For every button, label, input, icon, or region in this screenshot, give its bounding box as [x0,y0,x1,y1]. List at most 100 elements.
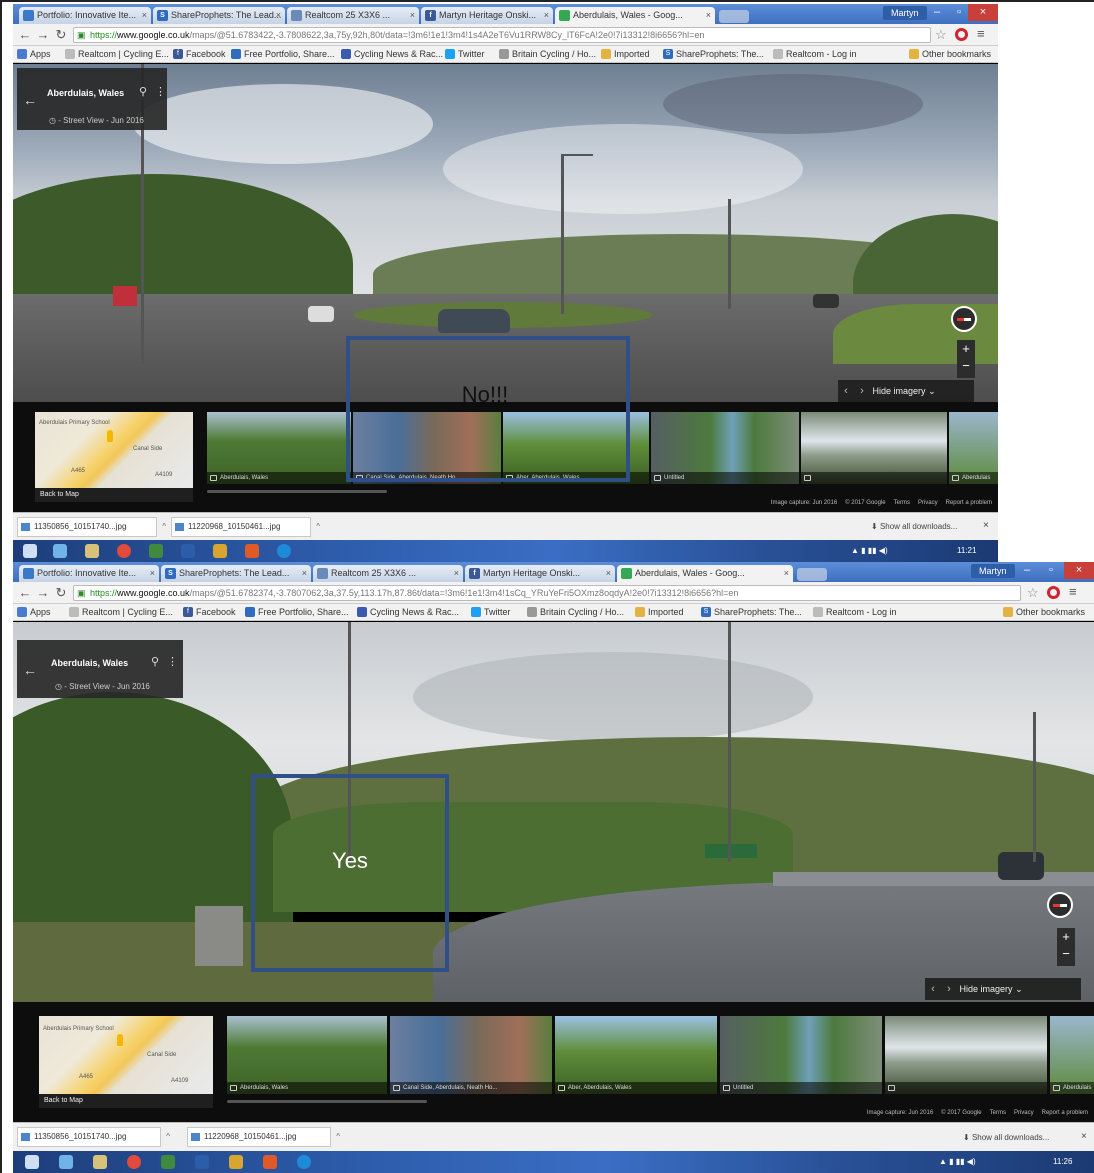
tab-portfolio[interactable]: Portfolio: Innovative Ite... × [19,565,159,582]
pegman-icon[interactable] [117,1034,123,1046]
report-problem-link[interactable]: Report a problem [1042,1110,1088,1116]
imagery-scrollbar[interactable] [227,1100,427,1103]
other-bookmarks[interactable]: Other bookmarks [909,48,991,61]
compass-icon[interactable] [951,306,977,332]
menu-icon[interactable]: ≡ [1069,584,1077,599]
word-icon[interactable] [181,544,195,558]
terms-link[interactable]: Terms [894,500,910,506]
close-tab-icon[interactable]: × [150,565,155,582]
report-problem-link[interactable]: Report a problem [946,500,992,506]
caret-up-icon[interactable]: ^ [162,518,166,536]
clock[interactable]: 11:21 [957,546,976,555]
minimap[interactable]: Aberdulais Primary School A465 Canal Sid… [35,412,193,502]
download-item[interactable]: 11350856_10151740...jpg ^ [17,517,166,537]
reload-icon[interactable]: ↻ [53,27,69,43]
back-to-map-button[interactable]: Back to Map [39,1094,213,1108]
tab-facebook[interactable]: f Martyn Heritage Onski... × [421,7,553,24]
user-profile-button[interactable]: Martyn [883,6,927,20]
more-options-icon[interactable]: ⋮ [167,655,178,668]
imagery-thumbnail[interactable]: Aberdulais, Wales [227,1016,387,1094]
bookmark-apps[interactable]: Apps [17,606,51,619]
compass-icon[interactable] [1047,892,1073,918]
new-tab-button[interactable] [719,10,749,23]
chevron-right-icon[interactable]: › [941,978,957,1000]
start-icon[interactable] [25,1155,39,1169]
close-tab-icon[interactable]: × [142,7,147,24]
address-bar[interactable]: ▣ https://www.google.co.uk/maps/@51.67823… [73,585,1021,601]
forward-icon[interactable]: → [35,585,51,601]
close-tab-icon[interactable]: × [784,565,789,582]
tab-google-maps[interactable]: Aberdulais, Wales - Goog... × [617,565,793,582]
close-tab-icon[interactable]: × [606,565,611,582]
bookmark-twitter[interactable]: Twitter [471,606,511,619]
user-profile-button[interactable]: Martyn [971,564,1015,578]
close-tab-icon[interactable]: × [302,565,307,582]
caret-up-icon[interactable]: ^ [316,518,320,536]
close-tab-icon[interactable]: × [454,565,459,582]
bookmark-free-portfolio[interactable]: Free Portfolio, Share... [231,48,335,61]
bookmark-cycling-news[interactable]: Cycling News & Rac... [341,48,443,61]
tab-facebook[interactable]: f Martyn Heritage Onski... × [465,565,615,582]
excel-icon[interactable] [161,1155,175,1169]
street-view-panorama[interactable]: ← Aberdulais, Wales ⚲ ⋮ ◷ - Street View … [13,622,1094,1002]
reload-icon[interactable]: ↻ [53,585,69,601]
maximize-button[interactable]: ▫ [1039,562,1063,579]
skype-icon[interactable] [277,544,291,558]
bookmark-britain-cycling[interactable]: Britain Cycling / Ho... [499,48,596,61]
privacy-link[interactable]: Privacy [918,500,938,506]
back-arrow-icon[interactable]: ← [23,92,37,108]
back-icon[interactable]: ← [17,27,33,43]
close-tab-icon[interactable]: × [544,7,549,24]
ie-icon[interactable] [53,544,67,558]
close-window-button[interactable]: × [968,4,998,21]
close-window-button[interactable]: × [1064,562,1094,579]
pin-icon[interactable]: ⚲ [151,655,159,668]
download-item[interactable]: 11350856_10151740...jpg ^ [17,1127,170,1147]
zoom-out-button[interactable]: − [957,357,975,374]
zoom-in-button[interactable]: + [1057,928,1075,945]
app-icon[interactable] [245,544,259,558]
app-icon[interactable] [263,1155,277,1169]
bookmark-imported[interactable]: Imported [635,606,684,619]
chrome-icon[interactable] [127,1155,141,1169]
imagery-thumbnail[interactable]: Aber, Aberdulais, Wales [555,1016,717,1094]
bookmark-facebook[interactable]: f Facebook [173,48,226,61]
tab-shareprophets[interactable]: S ShareProphets: The Lead... × [153,7,285,24]
imagery-thumbnail[interactable] [801,412,947,484]
close-tab-icon[interactable]: × [706,7,711,24]
privacy-link[interactable]: Privacy [1014,1110,1034,1116]
pegman-icon[interactable] [107,430,113,442]
explorer-icon[interactable] [93,1155,107,1169]
start-icon[interactable] [23,544,37,558]
zoom-in-button[interactable]: + [957,340,975,357]
tab-realtcom[interactable]: Realtcom 25 X3X6 ... × [287,7,419,24]
bookmark-free-portfolio[interactable]: Free Portfolio, Share... [245,606,349,619]
hide-imagery-control[interactable]: ‹ › Hide imagery ⌄ [925,978,1081,1000]
bookmark-apps[interactable]: Apps [17,48,51,61]
bookmark-star-icon[interactable]: ☆ [935,27,947,43]
bookmark-realtcom-login[interactable]: Realtcom - Log in [773,48,857,61]
capture-date[interactable]: ◷ - Street View - Jun 2016 [55,682,150,691]
forward-icon[interactable]: → [35,27,51,43]
download-item[interactable]: 11220968_10150461...jpg ^ [171,517,320,537]
bookmark-britain-cycling[interactable]: Britain Cycling / Ho... [527,606,624,619]
chevron-left-icon[interactable]: ‹ [925,978,941,1000]
new-tab-button[interactable] [797,568,827,581]
tab-google-maps[interactable]: Aberdulais, Wales - Goog... × [555,7,715,24]
system-tray[interactable]: ▲ ▮ ▮▮ ◀) [851,546,888,555]
capture-date[interactable]: ◷ - Street View - Jun 2016 [49,116,144,125]
chevron-right-icon[interactable]: › [854,380,870,402]
close-tab-icon[interactable]: × [410,7,415,24]
zoom-out-button[interactable]: − [1057,945,1075,962]
imagery-thumbnail[interactable]: Untitled [720,1016,882,1094]
tab-realtcom[interactable]: Realtcom 25 X3X6 ... × [313,565,463,582]
tab-portfolio[interactable]: Portfolio: Innovative Ite... × [19,7,151,24]
imagery-thumbnail[interactable] [885,1016,1047,1094]
bookmark-shareprophets[interactable]: S ShareProphets: The... [701,606,802,619]
bookmark-facebook[interactable]: f Facebook [183,606,236,619]
bookmark-realtcom[interactable]: Realtcom | Cycling E... [69,606,173,619]
close-tab-icon[interactable]: × [276,7,281,24]
skype-icon[interactable] [297,1155,311,1169]
other-bookmarks[interactable]: Other bookmarks [1003,606,1085,619]
opera-icon[interactable] [955,28,968,41]
